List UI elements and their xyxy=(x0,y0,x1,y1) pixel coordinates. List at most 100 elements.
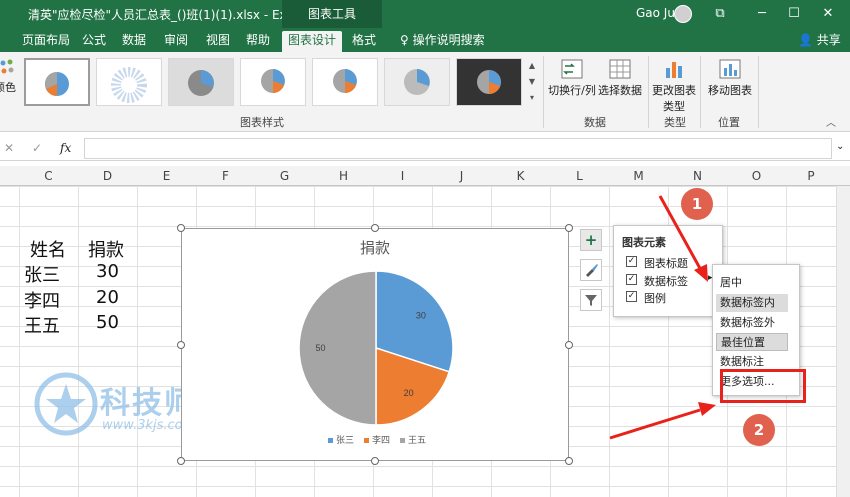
legend-entry[interactable]: 李四 xyxy=(372,434,390,445)
chart-style-4[interactable] xyxy=(240,58,306,106)
chart-style-1[interactable] xyxy=(24,58,90,106)
tab-review[interactable]: 审阅 xyxy=(158,31,194,52)
change-colors-button[interactable]: 更改颜色 xyxy=(0,58,16,108)
chart-styles-scroll[interactable]: ▲ ▼ ▾ xyxy=(526,58,538,106)
pie-slice[interactable] xyxy=(298,270,377,426)
chart-elements-button[interactable]: + xyxy=(580,229,602,251)
ribbon: 更改颜色 ▲▼▾ 图表样式 切换行/列 选择数据 数据 更改图表类型 类型 xyxy=(0,52,850,132)
cell-amount[interactable]: 50 xyxy=(96,312,119,333)
move-chart-button[interactable]: 移动图表 xyxy=(706,58,754,98)
ribbon-display-options-button[interactable]: ⧉ xyxy=(710,4,730,24)
resize-handle[interactable] xyxy=(371,224,379,232)
tab-help[interactable]: 帮助 xyxy=(240,31,276,52)
switch-row-column-button[interactable]: 切换行/列 xyxy=(548,58,596,98)
cell-name[interactable]: 李四 xyxy=(24,287,60,313)
resize-handle[interactable] xyxy=(177,457,185,465)
column-header-m[interactable]: M xyxy=(609,169,668,183)
data-label[interactable]: 50 xyxy=(316,343,326,353)
data-group-label: 数据 xyxy=(584,116,606,129)
cell-name[interactable]: 张三 xyxy=(24,261,60,287)
close-button[interactable]: ✕ xyxy=(818,4,838,24)
tab-format[interactable]: 格式 xyxy=(346,31,382,52)
expand-formula-bar-icon[interactable]: ⌄ xyxy=(836,141,844,152)
resize-handle[interactable] xyxy=(371,457,379,465)
legend-entry[interactable]: 张三 xyxy=(336,435,354,445)
tab-formulas[interactable]: 公式 xyxy=(76,31,112,52)
chart-style-2[interactable] xyxy=(96,58,162,106)
column-header-c[interactable]: C xyxy=(19,169,78,183)
tab-data[interactable]: 数据 xyxy=(116,31,152,52)
resize-handle[interactable] xyxy=(565,457,573,465)
data-labels-option-label[interactable]: 数据标签 xyxy=(644,273,688,289)
legend-entry[interactable]: 王五 xyxy=(408,435,426,445)
resize-handle[interactable] xyxy=(177,224,185,232)
avatar[interactable] xyxy=(674,5,692,23)
chart-style-5[interactable] xyxy=(312,58,378,106)
column-header-p[interactable]: P xyxy=(786,169,836,183)
chart-title-option-label[interactable]: 图表标题 xyxy=(644,255,688,271)
column-header-i[interactable]: I xyxy=(373,169,432,183)
column-header-e[interactable]: E xyxy=(137,169,196,183)
vertical-scrollbar[interactable] xyxy=(836,186,850,497)
tab-view[interactable]: 视图 xyxy=(200,31,236,52)
formula-bar: ✕ ✓ fx ⌄ xyxy=(0,137,850,161)
cell-amount[interactable]: 20 xyxy=(96,287,119,308)
pie-plot-area[interactable]: 30 20 50 张三 李四 王五 xyxy=(182,229,568,460)
label-position-best-fit[interactable]: 最佳位置 xyxy=(716,333,788,351)
resize-handle[interactable] xyxy=(565,341,573,349)
select-data-label: 选择数据 xyxy=(598,84,642,97)
share-button[interactable]: 👤 共享 xyxy=(792,31,847,52)
chart-style-6[interactable] xyxy=(384,58,450,106)
tell-me-search[interactable]: ♀ 操作说明搜索 xyxy=(394,31,491,52)
table-icon xyxy=(609,59,631,79)
chart-title-checkbox[interactable]: ✓ xyxy=(626,256,637,267)
column-header-d[interactable]: D xyxy=(78,169,137,183)
chart-style-3[interactable] xyxy=(168,58,234,106)
tab-chart-design[interactable]: 图表设计 xyxy=(282,31,343,52)
data-label[interactable]: 30 xyxy=(416,310,426,320)
column-header-h[interactable]: H xyxy=(314,169,373,183)
column-header-f[interactable]: F xyxy=(196,169,255,183)
change-chart-type-button[interactable]: 更改图表类型 xyxy=(652,58,696,114)
label-position-center[interactable]: 居中 xyxy=(716,274,788,292)
column-header-k[interactable]: K xyxy=(491,169,550,183)
bar-chart-icon xyxy=(666,62,682,78)
legend-option-label[interactable]: 图例 xyxy=(644,290,666,306)
column-header-n[interactable]: N xyxy=(668,169,727,183)
header-cell-name[interactable]: 姓名 xyxy=(30,236,66,262)
column-header-g[interactable]: G xyxy=(255,169,314,183)
cell-name[interactable]: 王五 xyxy=(24,312,60,338)
header-cell-amount[interactable]: 捐款 xyxy=(88,236,124,262)
minimize-button[interactable]: ─ xyxy=(752,4,772,24)
resize-handle[interactable] xyxy=(177,341,185,349)
column-headers: C D E F G H I J K L M N O P xyxy=(0,166,850,186)
column-header-l[interactable]: L xyxy=(550,169,609,183)
restore-button[interactable]: ☐ xyxy=(784,4,804,24)
legend-checkbox[interactable]: ✓ xyxy=(626,291,637,302)
lightbulb-icon: ♀ xyxy=(400,33,409,47)
legend-swatch xyxy=(364,438,369,443)
tell-me-label: 操作说明搜索 xyxy=(412,33,485,47)
chart-styles-button[interactable] xyxy=(580,259,602,281)
resize-handle[interactable] xyxy=(565,224,573,232)
star-logo-icon xyxy=(34,372,98,436)
label-position-outside-end[interactable]: 数据标签外 xyxy=(716,314,788,332)
label-position-inside-end[interactable]: 数据标签内 xyxy=(716,294,788,312)
column-header-o[interactable]: O xyxy=(727,169,786,183)
select-data-button[interactable]: 选择数据 xyxy=(598,58,642,98)
data-labels-checkbox[interactable]: ✓ xyxy=(626,274,637,285)
chart-style-7[interactable] xyxy=(456,58,522,106)
formula-input[interactable] xyxy=(84,138,832,159)
pie-chart[interactable]: 捐款 30 20 50 张三 李四 王五 xyxy=(181,228,569,461)
tab-page-layout[interactable]: 页面布局 xyxy=(16,31,76,52)
legend-swatch xyxy=(328,438,333,443)
cancel-icon[interactable]: ✕ xyxy=(4,141,14,155)
column-header-j[interactable]: J xyxy=(432,169,491,183)
cell-amount[interactable]: 30 xyxy=(96,261,119,282)
enter-icon[interactable]: ✓ xyxy=(32,141,42,155)
collapse-ribbon-icon[interactable]: ︿ xyxy=(826,114,836,129)
data-label[interactable]: 20 xyxy=(404,388,414,398)
insert-function-icon[interactable]: fx xyxy=(60,141,71,155)
filter-icon xyxy=(585,295,597,306)
chart-filters-button[interactable] xyxy=(580,289,602,311)
